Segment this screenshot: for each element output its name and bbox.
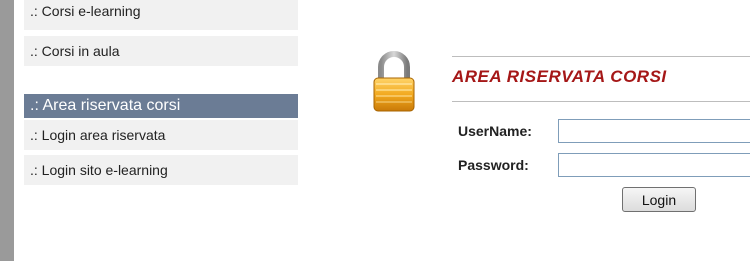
sidebar-section-area-riservata: .: Area riservata corsi [24, 94, 298, 118]
title-top-rule [452, 56, 750, 57]
sidebar-item-login-area-riservata[interactable]: .: Login area riservata [24, 120, 298, 150]
sidebar-item-corsi-in-aula[interactable]: .: Corsi in aula [24, 36, 298, 66]
username-label: UserName: [458, 123, 532, 139]
password-input[interactable] [558, 153, 750, 177]
page-title: AREA RISERVATA CORSI [452, 67, 667, 86]
sidebar-item-corsi-e-learning[interactable]: .: Corsi e-learning [24, 0, 298, 30]
password-label: Password: [458, 157, 529, 173]
title-bottom-rule [452, 101, 750, 102]
username-input[interactable] [558, 119, 750, 143]
padlock-icon [373, 51, 415, 112]
login-button[interactable]: Login [622, 187, 696, 212]
sidebar-item-login-sito-e-learning[interactable]: .: Login sito e-learning [24, 155, 298, 185]
left-border-bar [0, 0, 14, 261]
